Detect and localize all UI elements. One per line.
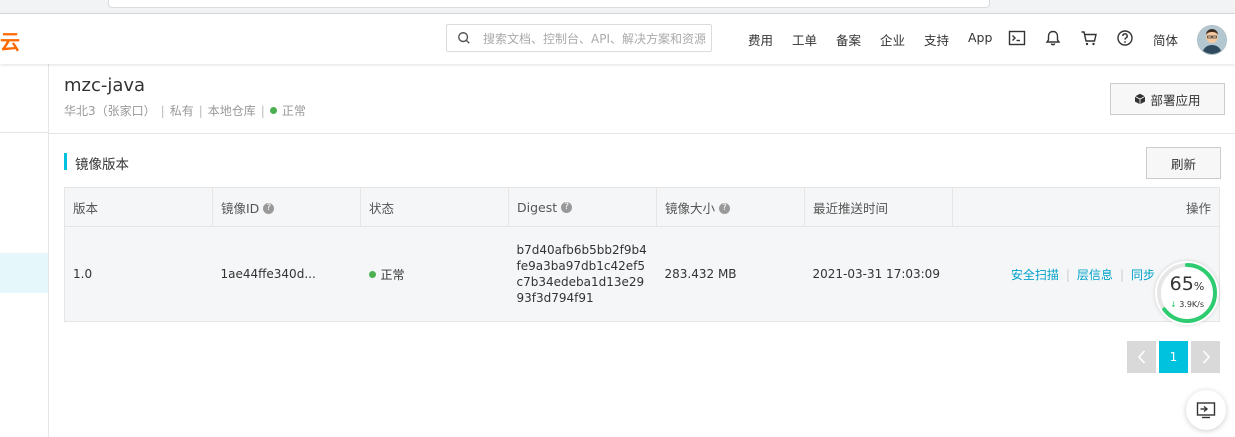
col-header-digest: Digest? — [508, 187, 657, 227]
pagination-prev-button[interactable] — [1127, 341, 1156, 373]
security-scan-link[interactable]: 安全扫描 — [1011, 268, 1059, 282]
cell-image-id: 1ae44ffe340d... — [212, 226, 361, 322]
question-icon[interactable]: ? — [561, 201, 573, 213]
cell-status: 正常 — [360, 226, 509, 322]
address-bar[interactable] — [108, 0, 990, 8]
user-avatar-icon — [1198, 26, 1226, 54]
repo-meta: 华北3（张家口） | 私有 | 本地仓库 | 正常 — [64, 102, 306, 119]
network-speed-widget[interactable]: 65% ↓ 3.9K/s — [1155, 261, 1219, 325]
exit-panel-icon — [1196, 402, 1216, 419]
table-row: 1.0 1ae44ffe340d... 正常 b7d40afb6b5bb2f9b… — [64, 226, 1220, 322]
nav-item-tickets[interactable]: 工单 — [792, 30, 817, 49]
sidebar-item-active[interactable] — [0, 253, 48, 293]
search-box[interactable] — [446, 24, 712, 52]
cube-icon — [1135, 93, 1146, 105]
language-switch[interactable]: 简体 — [1153, 30, 1178, 49]
nav-item-enterprise[interactable]: 企业 — [880, 30, 905, 49]
layer-info-link[interactable]: 层信息 — [1077, 268, 1113, 282]
col-header-pushed-at: 最近推送时间 — [804, 187, 953, 227]
brand-logo[interactable]: 云 — [0, 26, 20, 55]
refresh-button[interactable]: 刷新 — [1146, 147, 1221, 179]
cell-version: 1.0 — [64, 226, 213, 322]
help-icon[interactable] — [1116, 29, 1134, 47]
status-dot-icon — [269, 107, 277, 114]
question-icon[interactable]: ? — [719, 202, 731, 214]
chevron-right-icon — [1202, 350, 1210, 364]
repo-source: 本地仓库 — [207, 104, 256, 118]
image-versions-table: 版本 镜像ID? 状态 Digest? 镜像大小? 最近推送时间 操作 1.0 … — [64, 187, 1220, 322]
bell-icon[interactable] — [1044, 29, 1062, 47]
col-header-actions: 操作 — [952, 187, 1220, 227]
search-input[interactable] — [481, 28, 710, 50]
floating-panel-button[interactable] — [1186, 390, 1226, 430]
repo-status: 正常 — [281, 104, 306, 118]
side-menu — [0, 64, 49, 437]
sync-link[interactable]: 同步 — [1131, 268, 1155, 282]
repo-region: 华北3（张家口） — [64, 104, 156, 118]
meta-separator: | — [198, 104, 203, 118]
pagination-page-1[interactable]: 1 — [1159, 341, 1188, 373]
chevron-left-icon — [1137, 350, 1145, 364]
speed-percent: 65% — [1169, 273, 1205, 295]
meta-separator: | — [260, 104, 265, 118]
nav-item-support[interactable]: 支持 — [924, 30, 949, 49]
repo-visibility: 私有 — [169, 104, 194, 118]
page-title: mzc-java — [64, 75, 146, 96]
browser-chrome-strip — [0, 0, 1235, 14]
nav-item-app[interactable]: App — [968, 30, 992, 45]
section-title: 镜像版本 — [75, 157, 129, 173]
terminal-icon[interactable] — [1008, 29, 1026, 47]
nav-item-icp-filing[interactable]: 备案 — [836, 30, 861, 49]
meta-separator: | — [160, 104, 165, 118]
table-header-row: 版本 镜像ID? 状态 Digest? 镜像大小? 最近推送时间 操作 — [64, 187, 1220, 227]
avatar[interactable] — [1197, 25, 1227, 55]
deploy-app-button[interactable]: 部署应用 — [1110, 83, 1225, 115]
question-icon[interactable]: ? — [263, 202, 275, 214]
pagination-next-button[interactable] — [1191, 341, 1220, 373]
col-header-size: 镜像大小? — [656, 187, 805, 227]
top-navigation-bar: 云 费用 工单 备案 企业 支持 App 简体 — [0, 14, 1235, 64]
cell-size: 283.432 MB — [656, 226, 805, 322]
status-dot-icon — [368, 270, 376, 278]
nav-item-billing[interactable]: 费用 — [748, 30, 773, 49]
cell-pushed-at: 2021-03-31 17:03:09 — [804, 226, 953, 322]
search-icon — [458, 32, 470, 44]
speed-rate: ↓ 3.9K/s — [1169, 300, 1205, 309]
cell-digest: b7d40afb6b5bb2f9b4fe9a3ba97db1c42ef5c7b3… — [508, 226, 657, 322]
col-header-status: 状态 — [360, 187, 509, 227]
cart-icon[interactable] — [1080, 29, 1098, 47]
col-header-version: 版本 — [64, 187, 213, 227]
deploy-app-label: 部署应用 — [1150, 92, 1201, 108]
sidebar-divider — [0, 132, 48, 133]
header-divider — [48, 133, 1235, 134]
arrow-down-icon: ↓ — [1169, 300, 1177, 309]
section-accent-bar — [64, 153, 67, 170]
col-header-image-id: 镜像ID? — [212, 187, 361, 227]
